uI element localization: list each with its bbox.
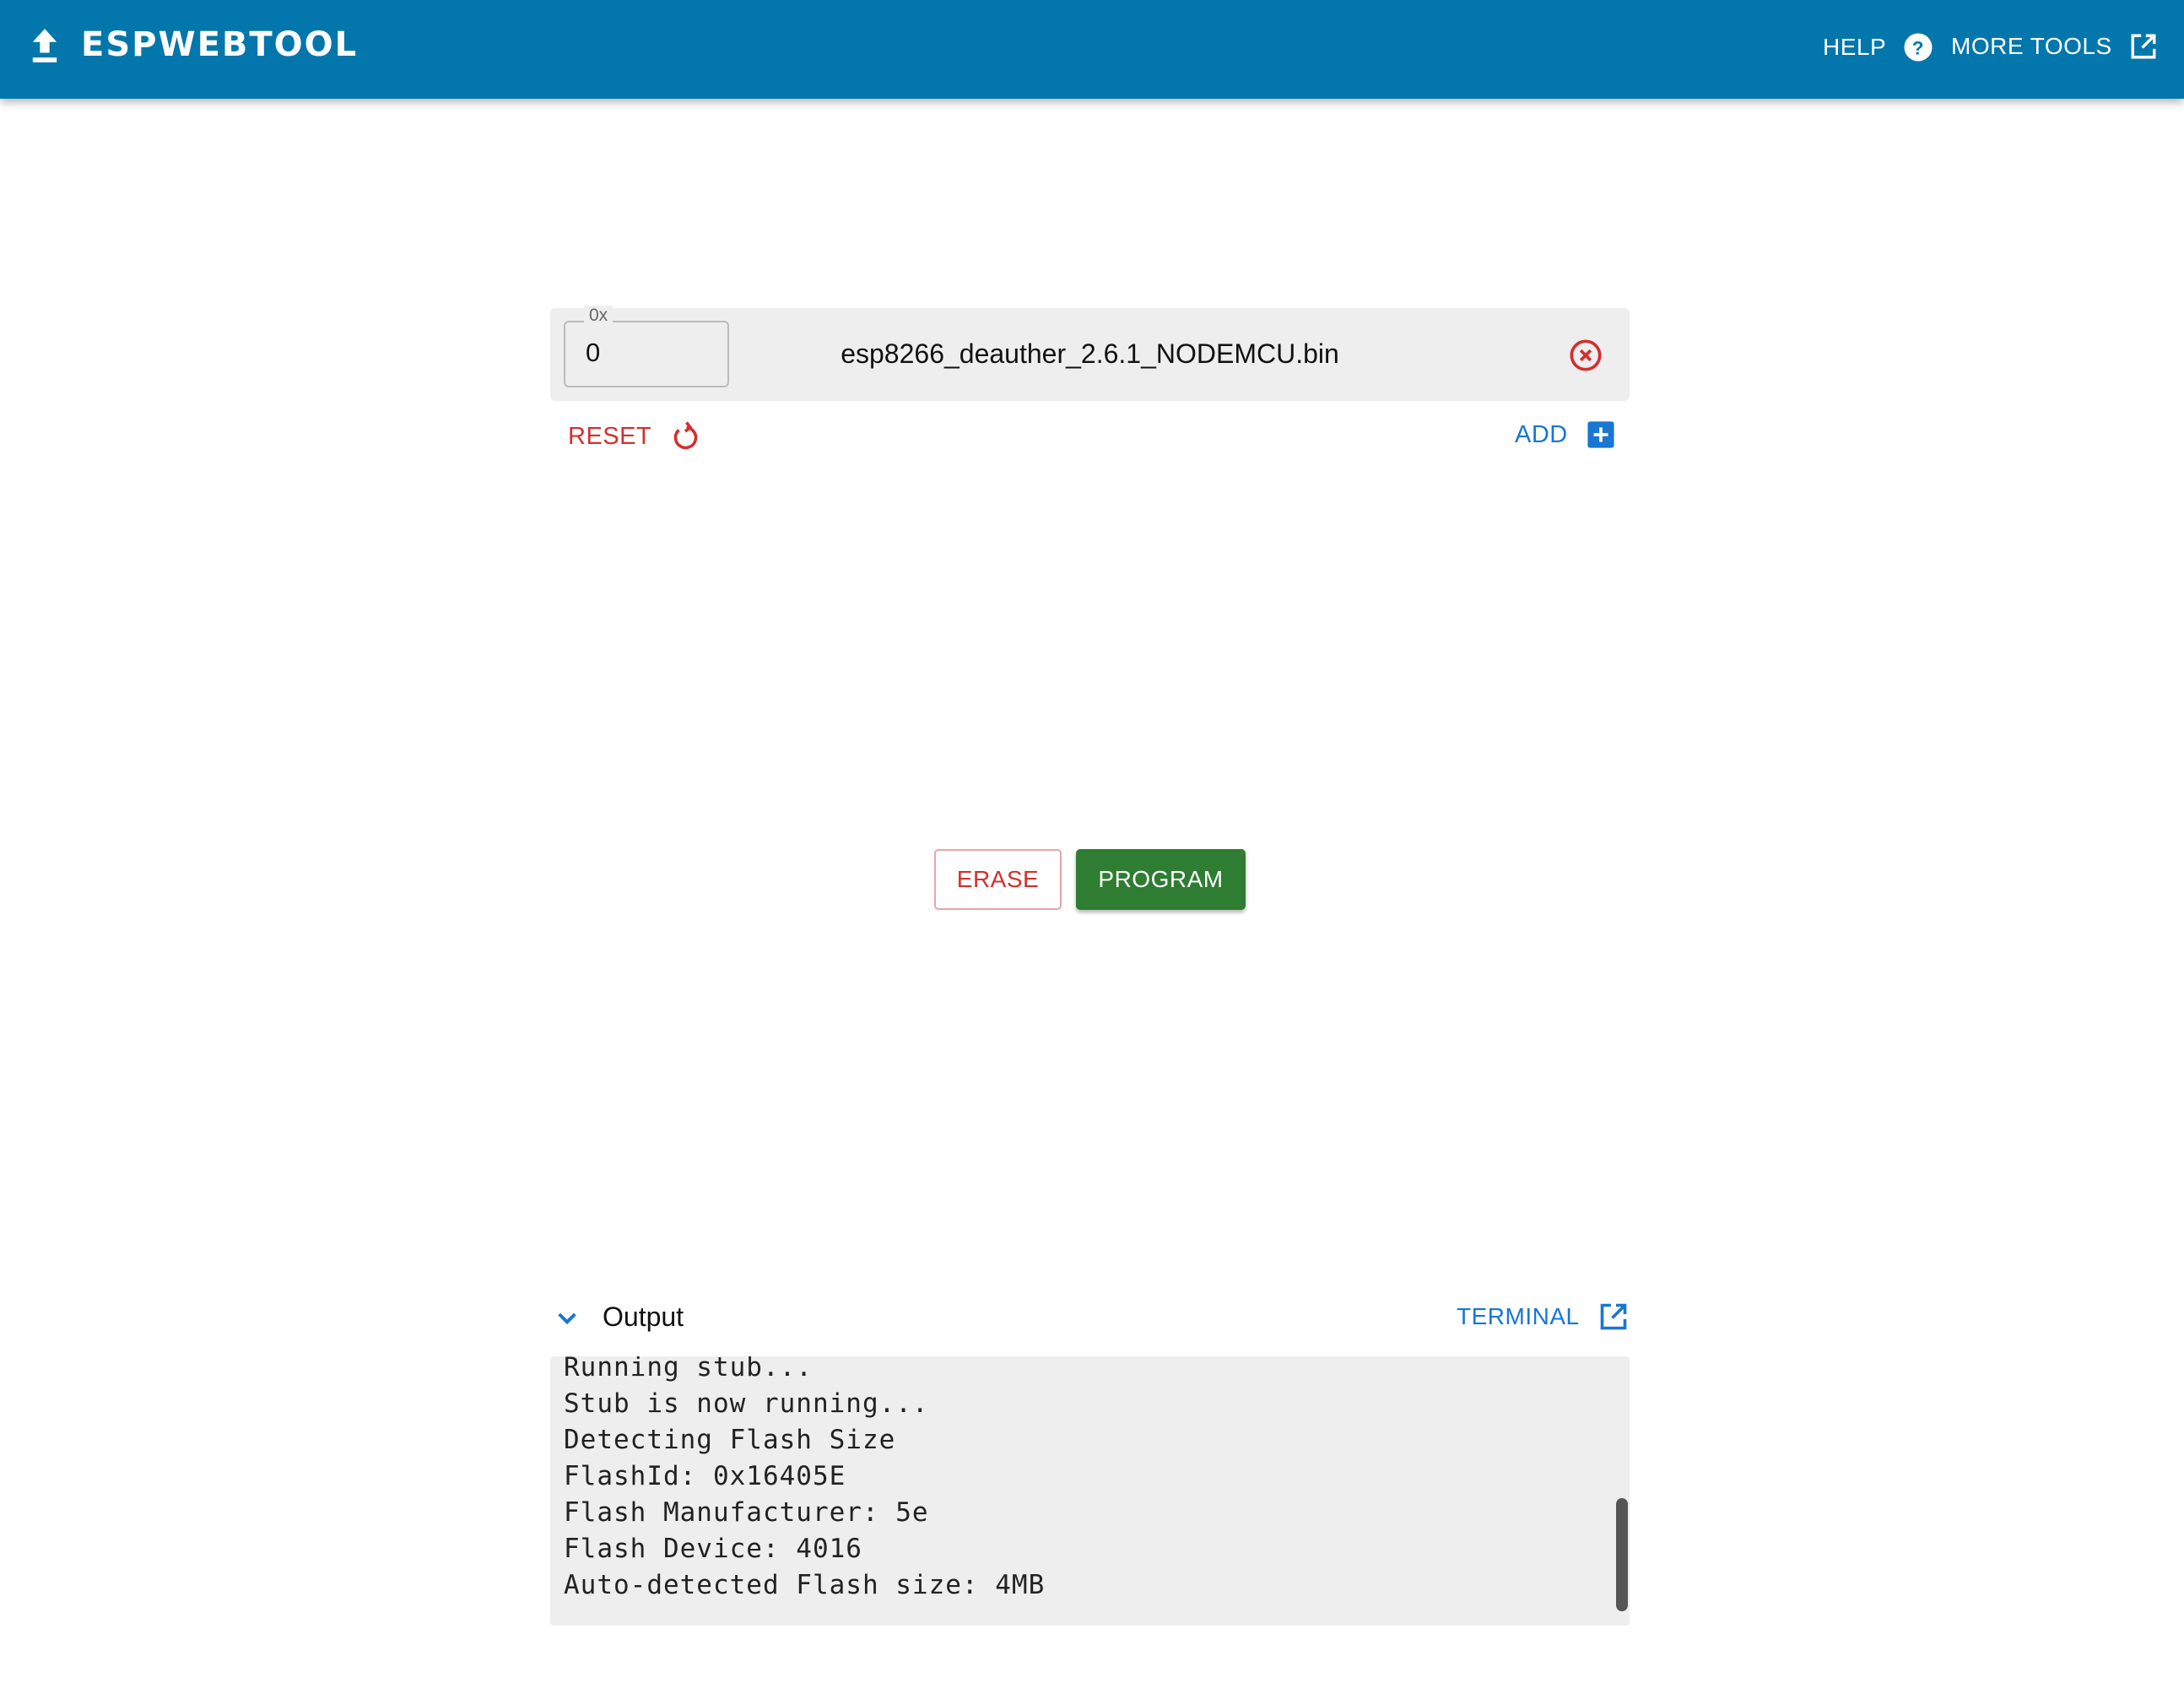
log-line: Running stub... [564,1356,813,1383]
reset-button[interactable]: RESET [568,420,700,452]
add-button[interactable]: ADD [1515,420,1615,449]
app-header: ESPWEBTOOL HELP ? MORE TOOLS [0,0,2184,99]
log-line: Stub is now running... [564,1388,929,1419]
external-link-icon [1600,1303,1626,1330]
terminal-label: TERMINAL [1457,1303,1580,1329]
help-label: HELP [1823,34,1887,60]
log-line: Flash Manufacturer: 5e [564,1497,929,1528]
log-lines: Running stub... Stub is now running... Det… [564,1356,1045,1604]
upload-icon [32,29,57,62]
output-log: Running stub... Stub is now running... Det… [550,1356,1630,1626]
log-line: Detecting Flash Size [564,1425,896,1455]
chevron-down-icon [558,1312,576,1324]
add-label: ADD [1515,420,1568,448]
reset-icon [673,421,698,450]
svg-text:?: ? [1912,37,1925,58]
app-title: ESPWEBTOOL [81,25,359,64]
more-tools-button[interactable]: MORE TOOLS [1951,32,2158,61]
more-tools-label: MORE TOOLS [1951,33,2112,59]
log-line: Auto-detected Flash size: 4MB [564,1570,1046,1600]
log-line: Flash Device: 4016 [564,1534,862,1564]
remove-file-icon[interactable] [1569,338,1603,372]
help-icon: ? [1904,33,1933,62]
firmware-file-row: 0x esp8266_deauther_2.6.1_NODEMCU.bin [550,306,1630,401]
external-link-icon [2131,34,2156,59]
output-title: Output [603,1301,684,1332]
reset-label: RESET [568,422,652,450]
help-button[interactable]: HELP ? [1823,32,1933,62]
filename: esp8266_deauther_2.6.1_NODEMCU.bin [841,338,1339,369]
program-button[interactable]: PROGRAM [1076,849,1246,910]
log-scrollbar[interactable] [1616,1498,1628,1611]
terminal-button[interactable]: TERMINAL [1457,1301,1629,1332]
erase-button[interactable]: ERASE [934,849,1062,910]
log-line: FlashId: 0x16405E [564,1461,846,1491]
offset-label: 0x [584,306,614,326]
add-box-icon [1587,421,1614,448]
output-toggle[interactable]: Output [554,1301,684,1333]
